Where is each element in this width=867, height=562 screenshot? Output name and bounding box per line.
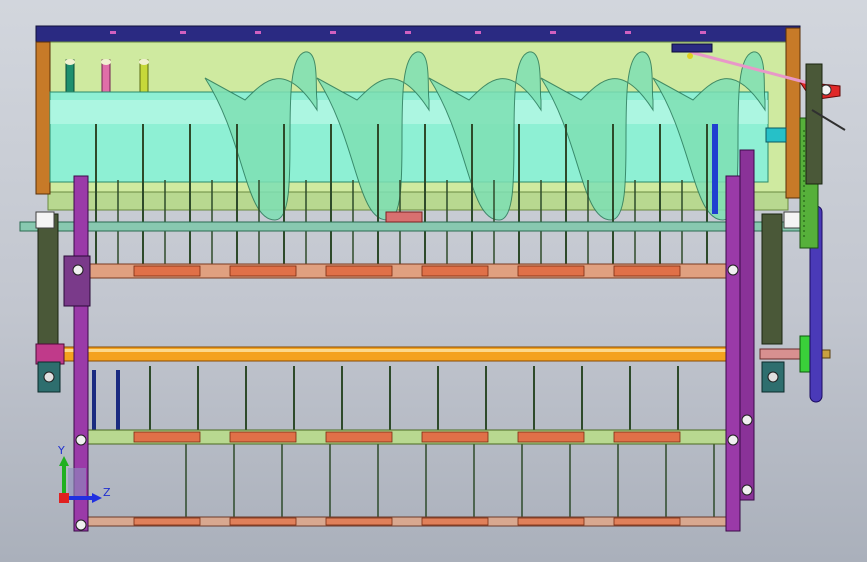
bar-segment — [133, 265, 201, 277]
bar-segment — [229, 265, 297, 277]
shaft-extension-right — [759, 348, 801, 360]
shaft-coupling — [385, 211, 423, 223]
bearing-left — [37, 361, 61, 393]
cross-shaft — [19, 221, 801, 232]
left-support — [37, 213, 59, 345]
bar-segment — [517, 431, 585, 443]
right-purple-arm — [725, 149, 755, 532]
bar-segment — [421, 517, 489, 526]
shaft-collar-left — [35, 343, 65, 365]
bar-segment — [133, 431, 201, 443]
main-shaft-highlight — [60, 349, 732, 352]
bar-segment — [133, 517, 201, 526]
right-bracket-top — [783, 211, 801, 229]
bearing-right — [761, 361, 785, 393]
bar-segment — [325, 517, 393, 526]
bar-segment — [613, 431, 681, 443]
bar-segment — [421, 265, 489, 277]
left-bracket-top — [35, 211, 55, 229]
bar-segment — [325, 265, 393, 277]
cad-drawing[interactable]: Y Z — [0, 0, 867, 562]
bar-segment — [517, 265, 585, 277]
top-frame-bar — [35, 25, 801, 43]
side-plate-left — [35, 41, 51, 195]
right-support — [761, 213, 783, 345]
auger-core-highlight — [50, 100, 768, 124]
cad-viewport[interactable]: Y Z — [0, 0, 867, 562]
side-plate-right — [785, 27, 801, 199]
bar-segment — [613, 517, 681, 526]
blue-tine — [712, 124, 718, 214]
bar-segment — [421, 431, 489, 443]
bar-segment — [613, 265, 681, 277]
bar-segment — [229, 431, 297, 443]
auger-shaft-stub — [765, 127, 787, 143]
upper-right-linkage — [805, 63, 846, 185]
axis-z-label: Z — [103, 486, 111, 499]
drum-lower-band — [47, 191, 789, 211]
bar-segment — [229, 517, 297, 526]
axis-y-label: Y — [57, 444, 65, 457]
bar-segment — [325, 431, 393, 443]
bar-segment — [517, 517, 585, 526]
